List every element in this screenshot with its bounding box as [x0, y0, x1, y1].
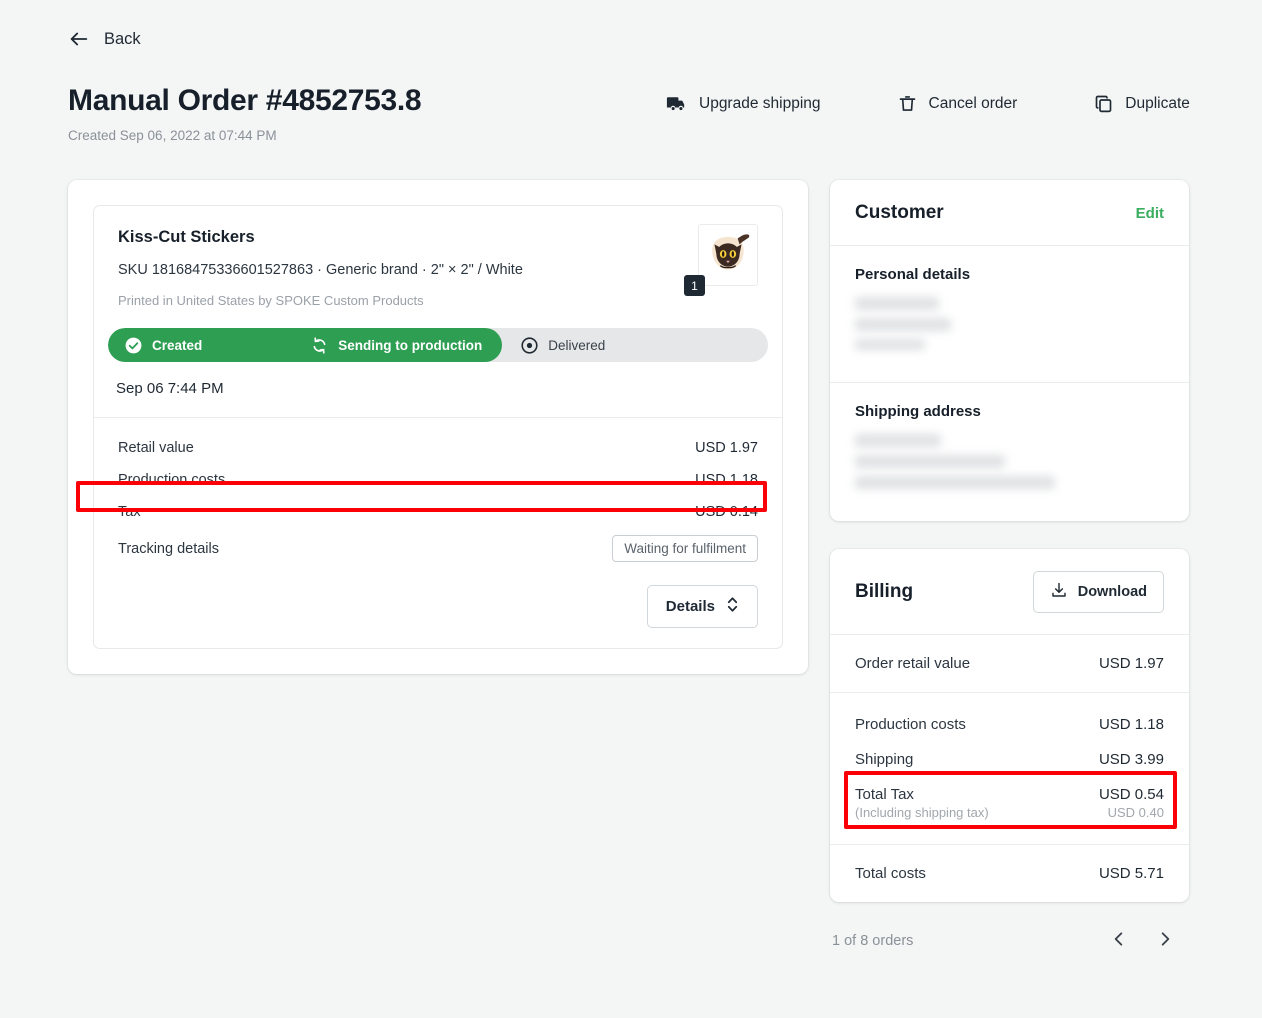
- arrow-left-icon: [68, 28, 90, 50]
- check-circle-icon: [124, 336, 143, 355]
- page-created-timestamp: Created Sep 06, 2022 at 07:44 PM: [68, 127, 277, 143]
- truck-icon: [665, 92, 688, 115]
- pagination-buttons: [1107, 926, 1187, 955]
- status-date: Sep 06 7:44 PM: [116, 380, 224, 397]
- cost-value: USD 0.14: [695, 504, 758, 520]
- cost-row: Production costs USD 1.18: [94, 464, 782, 496]
- order-card: Kiss-Cut Stickers SKU 181684753366015278…: [68, 180, 808, 674]
- billing-label: Total costs: [855, 865, 926, 882]
- status-step-created-label: Created: [152, 337, 203, 353]
- copy-icon: [1093, 93, 1114, 114]
- status-step-delivered-label: Delivered: [548, 337, 606, 353]
- cost-label: Retail value: [118, 440, 194, 456]
- customer-title: Customer: [855, 202, 944, 223]
- pagination-text: 1 of 8 orders: [832, 932, 914, 949]
- billing-sub-label: (Including shipping tax): [855, 805, 989, 820]
- personal-details-label: Personal details: [855, 266, 971, 283]
- back-button[interactable]: Back: [68, 28, 141, 50]
- shipping-address-section: Shipping address: [830, 383, 1189, 521]
- sidebar-column: Customer Edit Personal details Shipping …: [830, 180, 1189, 955]
- title-block: Manual Order #4852753.8 Created Sep 06, …: [68, 84, 422, 143]
- billing-row-production: Production costs USD 1.18: [830, 707, 1189, 742]
- trash-icon: [897, 93, 918, 114]
- chevron-up-down-icon: [726, 596, 739, 617]
- product-name: Kiss-Cut Stickers: [118, 228, 255, 246]
- billing-row-shipping-tax-note: (Including shipping tax) USD 0.40: [830, 805, 1189, 830]
- customer-card-header: Customer Edit: [830, 180, 1189, 245]
- product-thumbnail-wrap: 1: [684, 224, 758, 296]
- cost-value: USD 1.97: [695, 440, 758, 456]
- order-item-header: Kiss-Cut Stickers SKU 181684753366015278…: [94, 206, 782, 328]
- shipping-address-label: Shipping address: [855, 403, 981, 420]
- personal-details-redacted: [855, 297, 1164, 350]
- header-actions: Upgrade shipping Cancel order Duplicate: [665, 92, 1190, 115]
- cost-row-tax: Tax USD 0.14: [94, 496, 782, 528]
- chevron-left-icon: [1111, 932, 1126, 951]
- download-icon: [1050, 581, 1068, 603]
- status-step-sending-label: Sending to production: [338, 337, 483, 353]
- fulfilment-status-bar: Created Sending to production Delivered: [108, 328, 768, 362]
- sync-icon: [310, 336, 329, 355]
- cancel-order-label: Cancel order: [928, 94, 1018, 112]
- cost-row: Retail value USD 1.97: [94, 432, 782, 464]
- duplicate-button[interactable]: Duplicate: [1093, 93, 1190, 114]
- order-pagination: 1 of 8 orders: [830, 926, 1189, 955]
- back-label: Back: [104, 29, 141, 48]
- order-details-column: Kiss-Cut Stickers SKU 181684753366015278…: [68, 180, 808, 674]
- dot-circle-icon: [520, 336, 539, 355]
- billing-card: Billing Download Order retail value USD …: [830, 549, 1189, 902]
- download-label: Download: [1077, 584, 1147, 600]
- tracking-status-badge: Waiting for fulfilment: [612, 535, 758, 562]
- status-step-created[interactable]: Created: [108, 328, 218, 362]
- personal-details-section: Personal details: [830, 246, 1189, 382]
- billing-sub-value: USD 0.40: [1107, 805, 1164, 820]
- cost-value: USD 1.18: [695, 472, 758, 488]
- quantity-badge: 1: [684, 275, 705, 296]
- details-button[interactable]: Details: [646, 585, 758, 628]
- billing-breakdown-group: Production costs USD 1.18 Shipping USD 3…: [830, 693, 1189, 844]
- cancel-order-button[interactable]: Cancel order: [897, 93, 1018, 114]
- details-row: Details: [94, 573, 782, 648]
- billing-title: Billing: [855, 581, 914, 602]
- billing-label: Shipping: [855, 751, 914, 768]
- billing-value: USD 0.54: [1098, 786, 1164, 803]
- billing-value: USD 3.99: [1098, 751, 1164, 768]
- edit-customer-button[interactable]: Edit: [1136, 205, 1164, 222]
- item-cost-rows: Retail value USD 1.97 Production costs U…: [76, 418, 782, 573]
- billing-label: Total Tax: [855, 786, 914, 803]
- billing-label: Production costs: [855, 716, 966, 733]
- billing-row-shipping: Shipping USD 3.99: [830, 742, 1189, 777]
- billing-row-order-retail: Order retail value USD 1.97: [830, 635, 1189, 692]
- chevron-right-icon: [1158, 932, 1173, 951]
- download-invoice-button[interactable]: Download: [1032, 571, 1164, 613]
- previous-order-button[interactable]: [1107, 926, 1130, 955]
- duplicate-label: Duplicate: [1125, 94, 1190, 112]
- cat-sticker-artwork: [712, 234, 750, 270]
- status-step-sending-to-production[interactable]: Sending to production: [294, 328, 498, 362]
- billing-card-header: Billing Download: [830, 549, 1189, 634]
- cost-label: Production costs: [118, 472, 226, 488]
- product-printed-by: Printed in United States by SPOKE Custom…: [118, 293, 424, 308]
- next-order-button[interactable]: [1154, 926, 1177, 955]
- fulfilment-status-wrap: Created Sending to production Delivered: [94, 328, 782, 362]
- shipping-address-redacted: [855, 434, 1164, 489]
- billing-label: Order retail value: [855, 655, 971, 672]
- tracking-label: Tracking details: [118, 540, 220, 557]
- billing-value: USD 1.18: [1098, 716, 1164, 733]
- customer-card: Customer Edit Personal details Shipping …: [830, 180, 1189, 521]
- product-sku-line: SKU 18168475336601527863 · Generic brand…: [118, 262, 523, 278]
- upgrade-shipping-label: Upgrade shipping: [699, 94, 821, 112]
- cost-label: Tax: [118, 504, 141, 520]
- product-thumbnail[interactable]: [698, 224, 758, 286]
- tracking-row: Tracking details Waiting for fulfilment: [94, 528, 782, 569]
- billing-row-total-costs: Total costs USD 5.71: [830, 845, 1189, 902]
- billing-value: USD 5.71: [1098, 865, 1164, 882]
- order-item-card: Kiss-Cut Stickers SKU 181684753366015278…: [76, 205, 783, 649]
- upgrade-shipping-button[interactable]: Upgrade shipping: [665, 92, 821, 115]
- status-step-delivered[interactable]: Delivered: [498, 328, 621, 362]
- billing-value: USD 1.97: [1098, 655, 1164, 672]
- page-title: Manual Order #4852753.8: [68, 84, 422, 117]
- details-button-label: Details: [665, 598, 715, 615]
- billing-row-total-tax: Total Tax USD 0.54: [830, 777, 1189, 805]
